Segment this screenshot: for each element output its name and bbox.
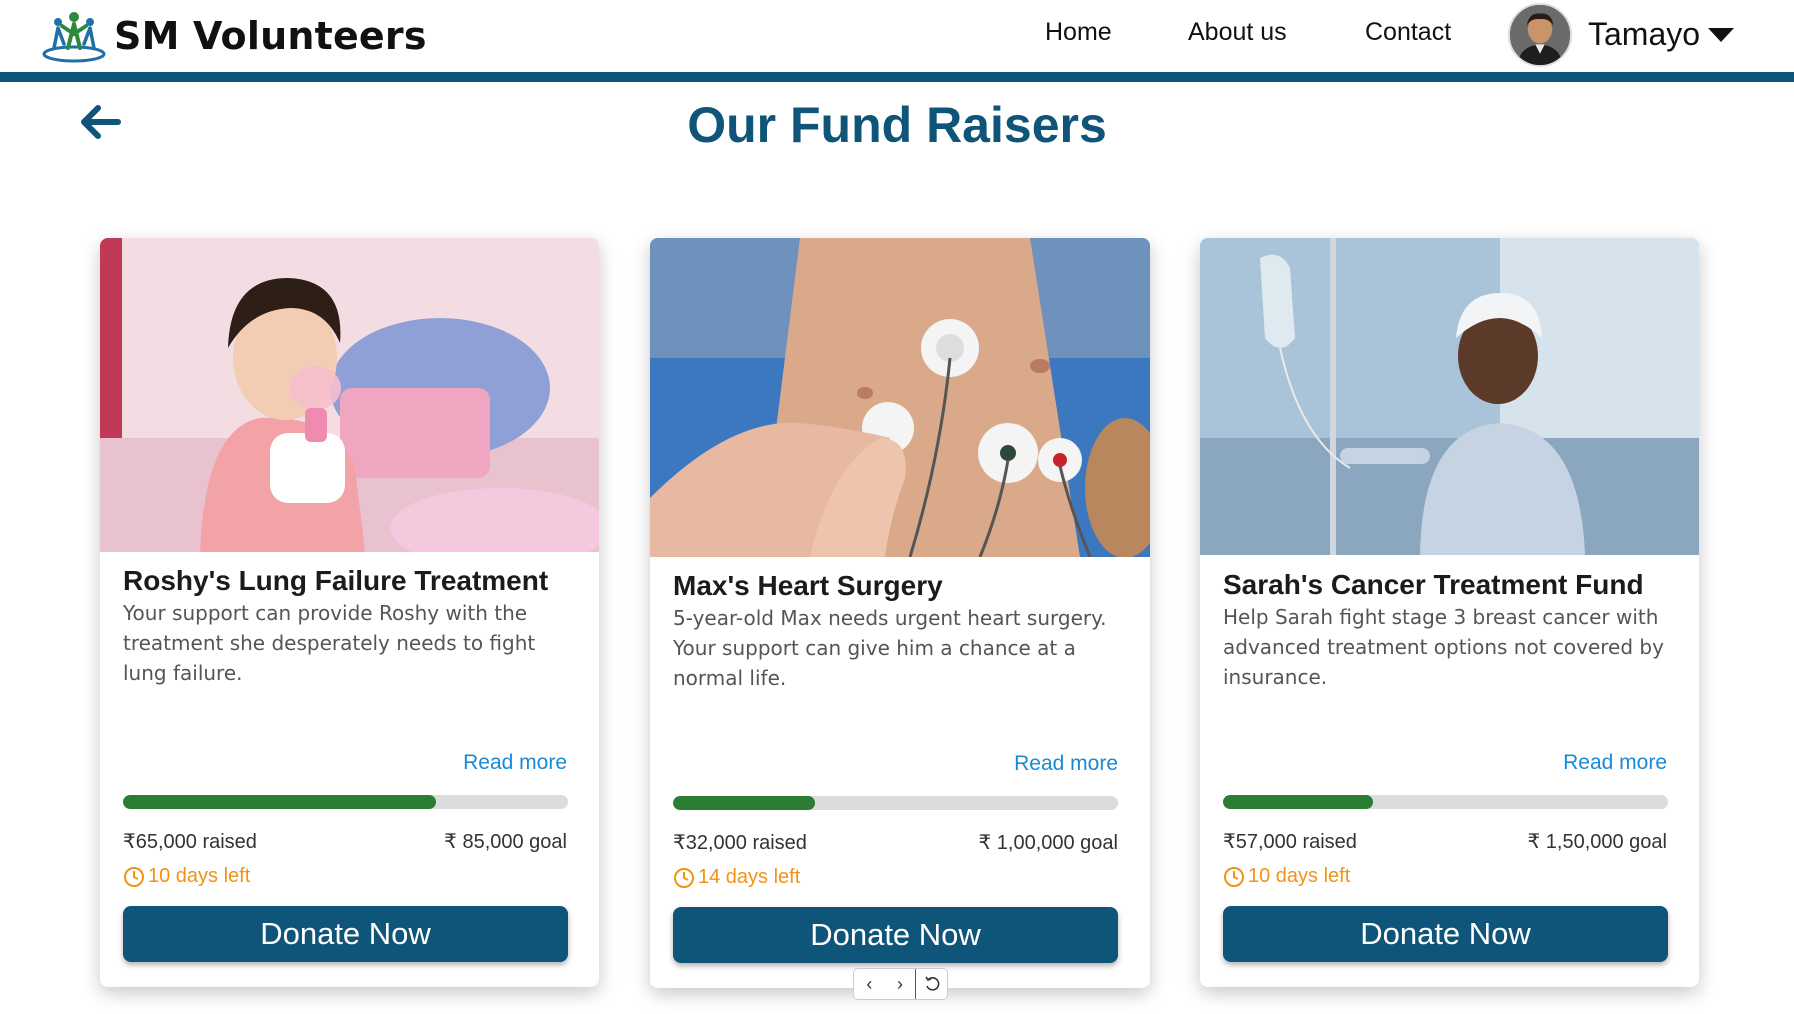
read-more-link[interactable]: Read more [1014, 752, 1118, 776]
days-left-text: 10 days left [1248, 865, 1351, 887]
raised-amount: ₹65,000 raised [123, 831, 257, 853]
people-logo-icon [42, 12, 106, 63]
card-description: 5-year-old Max needs urgent heart surger… [673, 606, 1107, 690]
chevron-right-icon[interactable]: › [885, 969, 916, 999]
card-title: Max's Heart Surgery [673, 570, 943, 601]
progress-bar [673, 796, 1118, 810]
carousel-controls: ‹ › [853, 968, 948, 1000]
clock-icon [124, 866, 144, 887]
fundraiser-card: Roshy's Lung Failure Treatment Your supp… [100, 238, 599, 987]
progress-bar [1223, 795, 1668, 809]
chevron-left-icon[interactable]: ‹ [854, 969, 885, 999]
raised-amount: ₹57,000 raised [1223, 831, 1357, 853]
progress-fill [123, 795, 436, 809]
days-left: 10 days left [123, 865, 250, 888]
page-title: Our Fund Raisers [687, 97, 1107, 153]
goal-amount: ₹ 1,00,000 goal [978, 832, 1118, 854]
raised-amount: ₹32,000 raised [673, 832, 807, 854]
nav-home-link[interactable]: Home [1045, 18, 1112, 47]
chest-ecg-electrodes-photo [650, 238, 1150, 557]
child-with-oxygen-mask-photo [100, 238, 599, 552]
child-with-iv-drip-photo [1200, 238, 1699, 555]
user-name[interactable]: Tamayo [1588, 16, 1700, 53]
donate-now-button[interactable]: Donate Now [673, 907, 1118, 963]
top-header: SM Volunteers Home About us Contact Tama… [0, 0, 1794, 72]
nav-about-link[interactable]: About us [1188, 18, 1287, 47]
progress-fill [673, 796, 816, 810]
fundraiser-card: Max's Heart Surgery 5-year-old Max needs… [650, 238, 1150, 988]
days-left: 10 days left [1223, 865, 1350, 888]
caret-down-icon[interactable] [1708, 28, 1734, 42]
progress-fill [1223, 795, 1373, 809]
card-title: Sarah's Cancer Treatment Fund [1223, 569, 1644, 600]
card-description: Your support can provide Roshy with the … [123, 601, 536, 685]
goal-amount: ₹ 1,50,000 goal [1527, 831, 1667, 853]
days-left-text: 14 days left [698, 866, 801, 888]
card-description: Help Sarah fight stage 3 breast cancer w… [1223, 605, 1664, 689]
days-left: 14 days left [673, 866, 800, 889]
days-left-text: 10 days left [148, 865, 251, 887]
rotate-ccw-icon[interactable] [916, 969, 947, 999]
progress-bar [123, 795, 568, 809]
nav-contact-link[interactable]: Contact [1365, 18, 1451, 47]
read-more-link[interactable]: Read more [463, 751, 567, 775]
goal-amount: ₹ 85,000 goal [444, 831, 567, 853]
fundraiser-card: Sarah's Cancer Treatment Fund Help Sarah… [1200, 238, 1699, 987]
read-more-link[interactable]: Read more [1563, 751, 1667, 775]
brand-logo[interactable]: SM Volunteers [40, 8, 427, 64]
clock-icon [674, 867, 694, 888]
header-divider [0, 72, 1794, 82]
brand-name: SM Volunteers [114, 14, 427, 58]
card-title: Roshy's Lung Failure Treatment [123, 565, 549, 596]
donate-now-button[interactable]: Donate Now [123, 906, 568, 962]
clock-icon [1224, 866, 1244, 887]
donate-now-button[interactable]: Donate Now [1223, 906, 1668, 962]
user-avatar[interactable] [1508, 3, 1572, 67]
